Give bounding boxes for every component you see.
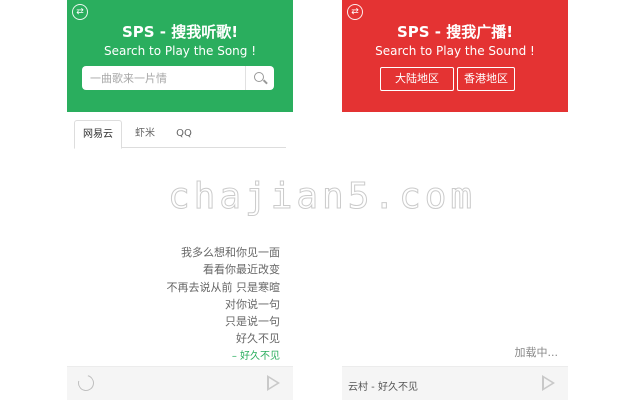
lyric-line: 我多么想和你见一面	[181, 246, 280, 259]
source-tabs: 网易云 虾米 QQ	[74, 120, 286, 149]
search-button[interactable]	[245, 66, 274, 90]
song-player-bar	[67, 366, 293, 400]
song-header: ⇄ SPS - 搜我听歌! Search to Play the Song !	[67, 0, 293, 112]
song-search-input[interactable]	[82, 66, 248, 90]
song-subtitle: Search to Play the Song !	[103, 44, 257, 58]
play-icon[interactable]	[267, 375, 280, 391]
tab-netease[interactable]: 网易云	[74, 120, 122, 149]
loading-text: 加载中...	[514, 346, 559, 359]
play-icon[interactable]	[542, 375, 555, 391]
sound-title: SPS - 搜我广播!	[396, 23, 514, 41]
song-panel: ⇄ SPS - 搜我听歌! Search to Play the Song ! …	[67, 0, 293, 400]
lyric-line: 只是说一句	[225, 315, 280, 329]
replay-icon[interactable]	[75, 372, 97, 394]
current-lyric-line: – 好久不见	[231, 350, 280, 362]
song-search-box	[82, 66, 274, 90]
sound-subtitle: Search to Play the Sound !	[375, 44, 535, 58]
swap-icon[interactable]: ⇄	[347, 4, 363, 20]
lyrics: 我多么想和你见一面 看看你最近改变 不再去说从前 只是寒暄 对你说一句 只是说一…	[167, 244, 281, 365]
tab-qq[interactable]: QQ	[172, 120, 196, 147]
sound-player-bar: 云村 - 好久不见	[342, 366, 568, 400]
lyric-line: 不再去说从前 只是寒暄	[166, 280, 281, 294]
swap-icon[interactable]: ⇄	[72, 4, 88, 20]
lyric-line: 看看你最近改变	[203, 263, 280, 277]
sound-header: ⇄ SPS - 搜我广播! Search to Play the Sound !…	[342, 0, 568, 112]
region-hongkong-button[interactable]: 香港地区	[457, 67, 515, 91]
now-playing: 云村 - 好久不见	[348, 382, 418, 393]
song-title: SPS - 搜我听歌!	[121, 23, 239, 41]
region-mainland-button[interactable]: 大陆地区	[380, 67, 454, 91]
lyric-line: 好久不见	[236, 332, 280, 346]
lyric-line: 对你说一句	[225, 297, 280, 311]
sound-panel: ⇄ SPS - 搜我广播! Search to Play the Sound !…	[342, 0, 568, 400]
tab-xiami[interactable]: 虾米	[130, 120, 160, 147]
